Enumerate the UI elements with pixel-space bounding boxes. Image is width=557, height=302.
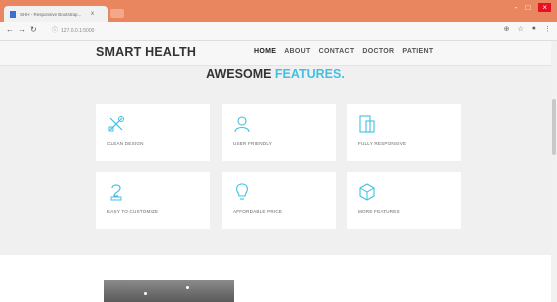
feature-label: MORE FEATURES	[358, 209, 400, 214]
user-icon	[234, 116, 250, 133]
customize-icon	[110, 184, 122, 201]
maximize-button[interactable]: □	[525, 3, 530, 12]
nav-contact[interactable]: CONTACT	[319, 48, 355, 55]
tab-title: SHH - Responsive Bootstrap...	[20, 11, 82, 17]
browser-titlebar: SHH - Responsive Bootstrap... x - □ ×	[0, 0, 557, 22]
nav-about[interactable]: ABOUT	[284, 48, 310, 55]
main-nav: HOME ABOUT CONTACT DOCTOR PATIENT	[254, 48, 433, 55]
feature-card-more-features: MORE FEATURES	[347, 172, 461, 229]
feature-label: FULLY RESPONSIVE	[358, 141, 407, 146]
nav-doctor[interactable]: DOCTOR	[362, 48, 394, 55]
section-image	[104, 280, 234, 302]
window-controls: - □ ×	[515, 3, 551, 12]
new-tab-button[interactable]	[110, 9, 124, 18]
page-scrollbar[interactable]	[551, 41, 557, 302]
next-section	[0, 255, 551, 302]
cube-icon	[359, 183, 375, 201]
site-header: SMART HEALTH HOME ABOUT CONTACT DOCTOR P…	[0, 41, 551, 66]
toolbar-right: ⊕ ☆ ● ⋮	[504, 25, 551, 33]
features-heading-accent: FEATURES.	[274, 67, 345, 81]
menu-dots-icon[interactable]: ⋮	[544, 25, 551, 33]
bookmark-star-icon[interactable]: ☆	[517, 25, 523, 33]
url-text: 127.0.0.1:5000	[61, 28, 95, 34]
feature-label: USER FRIENDLY	[233, 141, 273, 146]
zoom-icon[interactable]: ⊕	[504, 25, 510, 33]
close-window-button[interactable]: ×	[538, 3, 551, 12]
feature-label: EASY TO CUSTOMIZE	[107, 209, 159, 214]
tab-close-icon[interactable]: x	[91, 11, 94, 17]
features-heading: AWESOME FEATURES.	[0, 67, 551, 81]
profile-icon[interactable]: ●	[532, 25, 536, 33]
scrollbar-thumb[interactable]	[552, 99, 556, 155]
reload-icon[interactable]: ↻	[30, 25, 37, 34]
forward-icon[interactable]: →	[18, 25, 26, 34]
feature-card-affordable-price: AFFORDABLE PRICE	[222, 172, 336, 229]
favicon-icon	[10, 10, 16, 18]
browser-tab[interactable]: SHH - Responsive Bootstrap... x	[4, 6, 108, 22]
tools-icon	[108, 116, 124, 132]
feature-card-fully-responsive: FULLY RESPONSIVE	[347, 104, 461, 161]
address-bar[interactable]: ⓘ 127.0.0.1:5000	[52, 26, 252, 36]
feature-card-clean-design: CLEAN DESIGN	[96, 104, 210, 161]
features-heading-main: AWESOME	[206, 67, 275, 81]
light-spot	[144, 292, 147, 295]
feature-label: AFFORDABLE PRICE	[233, 209, 283, 214]
light-spot	[186, 286, 189, 289]
minimize-button[interactable]: -	[515, 3, 518, 12]
devices-icon	[359, 115, 375, 133]
nav-home[interactable]: HOME	[254, 48, 276, 55]
back-icon[interactable]: ←	[6, 25, 14, 34]
browser-toolbar: ← → ↻ ⓘ 127.0.0.1:5000 ⊕ ☆ ● ⋮	[0, 22, 557, 41]
lightbulb-icon	[236, 183, 248, 200]
feature-card-easy-to-customize: EASY TO CUSTOMIZE	[96, 172, 210, 229]
info-icon: ⓘ	[52, 28, 59, 34]
site-logo[interactable]: SMART HEALTH	[96, 45, 196, 59]
nav-patient[interactable]: PATIENT	[402, 48, 433, 55]
feature-card-user-friendly: USER FRIENDLY	[222, 104, 336, 161]
feature-label: CLEAN DESIGN	[107, 141, 144, 146]
